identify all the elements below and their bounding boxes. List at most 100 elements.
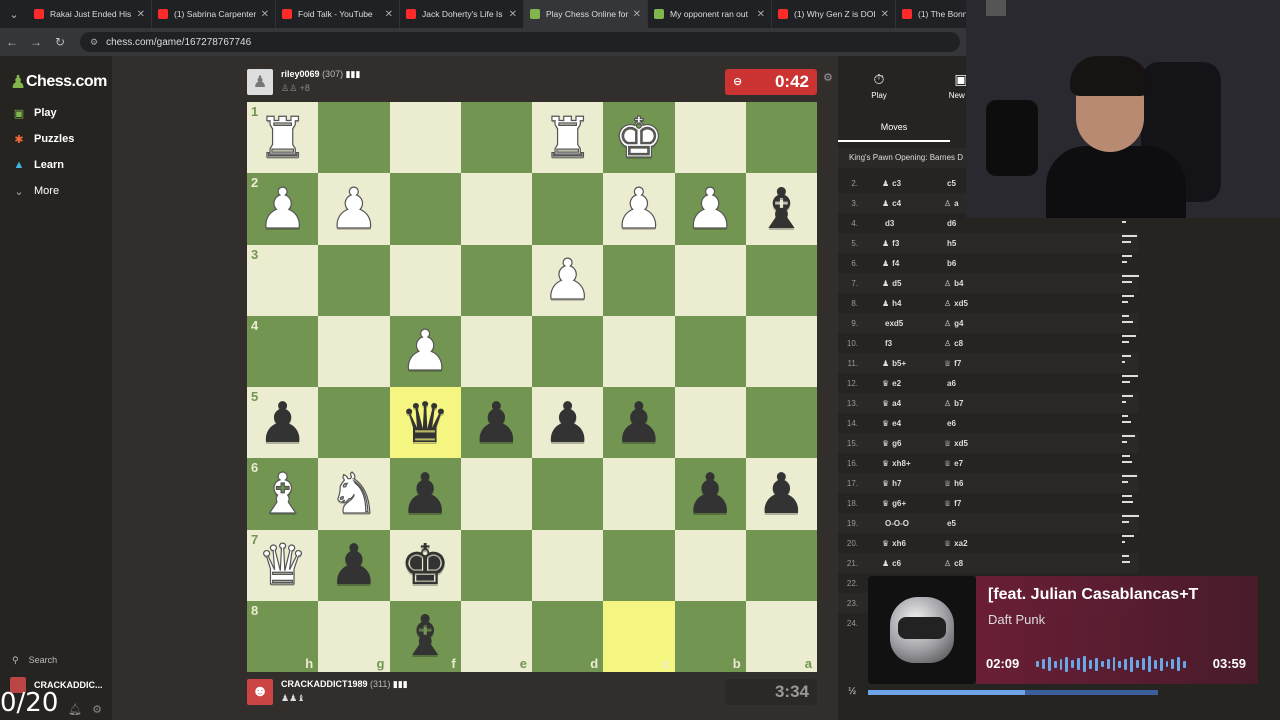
white-move[interactable]: ♛ xh8+ — [866, 459, 932, 468]
white-move[interactable]: ♟ h4 — [866, 299, 932, 308]
tab-play[interactable]: ⏱ Play — [838, 56, 920, 114]
board-square[interactable] — [460, 458, 532, 530]
board-square[interactable]: ♚ — [603, 102, 675, 174]
close-tab-icon[interactable]: ✕ — [633, 9, 641, 20]
black-move[interactable]: e6 — [932, 419, 1012, 428]
close-tab-icon[interactable]: ✕ — [881, 9, 889, 20]
black-move[interactable]: ♕ f7 — [932, 359, 1012, 368]
white-pawn-piece[interactable]: ♟ — [399, 322, 450, 379]
board-square[interactable]: ♟ — [674, 458, 746, 530]
board-square[interactable] — [674, 102, 746, 174]
white-move[interactable]: d3 — [866, 219, 932, 228]
board-square[interactable] — [389, 102, 461, 174]
tab-search-icon[interactable]: ⌄ — [0, 0, 28, 28]
board-settings-icon[interactable]: ⚙ — [823, 71, 833, 84]
white-pawn-piece[interactable]: ♟ — [613, 180, 664, 237]
browser-tab[interactable]: Rakai Just Ended His ✕ — [28, 0, 152, 28]
black-move[interactable]: a6 — [932, 379, 1012, 388]
close-tab-icon[interactable]: ✕ — [137, 9, 145, 20]
board-square[interactable] — [460, 244, 532, 316]
black-move[interactable]: e5 — [932, 519, 1012, 528]
board-square[interactable]: 1 ♜ — [247, 102, 319, 174]
black-move[interactable]: ♕ e7 — [932, 459, 1012, 468]
black-move[interactable]: ♕ xa2 — [932, 539, 1012, 548]
forward-arrow-icon[interactable]: → — [24, 35, 48, 49]
board-square[interactable] — [532, 529, 604, 601]
board-square[interactable]: ♟ — [460, 387, 532, 459]
board-square[interactable]: ♟ — [389, 458, 461, 530]
board-square[interactable]: ♟ — [318, 173, 390, 245]
board-square[interactable]: ♝ — [745, 173, 817, 245]
board-square[interactable] — [532, 458, 604, 530]
browser-tab[interactable]: (1) Sabrina Carpenter ✕ — [152, 0, 276, 28]
white-move[interactable]: ♛ xh6 — [866, 539, 932, 548]
black-move[interactable]: b6 — [932, 259, 1012, 268]
board-square[interactable] — [389, 173, 461, 245]
black-move[interactable]: d6 — [932, 219, 1012, 228]
board-square[interactable] — [318, 244, 390, 316]
browser-tab[interactable]: Jack Doherty's Life Is ✕ — [400, 0, 524, 28]
white-queen-piece[interactable]: ♛ — [257, 536, 308, 593]
board-square[interactable]: c — [603, 600, 675, 672]
bottom-player-info[interactable]: CRACKADDICT1989 (311) ▮▮▮ — [281, 679, 408, 690]
white-move[interactable]: O-O-O — [866, 519, 932, 528]
board-square[interactable] — [389, 244, 461, 316]
white-pawn-piece[interactable]: ♟ — [257, 180, 308, 237]
black-pawn-piece[interactable]: ♟ — [543, 394, 593, 451]
chess-logo[interactable]: ♟ Chess.com — [0, 56, 112, 96]
black-move[interactable]: h5 — [932, 239, 1012, 248]
white-rook-piece[interactable]: ♜ — [542, 109, 593, 166]
board-square[interactable]: ♟ — [603, 173, 675, 245]
black-queen-piece[interactable]: ♛ — [400, 394, 450, 451]
board-square[interactable]: ♜ — [532, 102, 604, 174]
board-square[interactable] — [318, 102, 390, 174]
board-square[interactable]: ♚ — [389, 529, 461, 601]
browser-tab[interactable]: My opponent ran out ✕ — [648, 0, 772, 28]
board-square[interactable]: 2 ♟ — [247, 173, 319, 245]
avatar[interactable]: ☻ — [247, 679, 273, 705]
white-move[interactable]: ♟ f4 — [866, 259, 932, 268]
board-square[interactable]: 8h — [247, 600, 319, 672]
black-move[interactable]: ♕ f7 — [932, 499, 1012, 508]
white-move[interactable]: exd5 — [866, 319, 932, 328]
board-square[interactable]: ♟ — [318, 529, 390, 601]
white-move[interactable]: ♟ b5+ — [866, 359, 932, 368]
board-square[interactable]: f ♝ — [389, 600, 461, 672]
white-move[interactable]: f3 — [866, 339, 932, 348]
back-arrow-icon[interactable]: ← — [0, 35, 24, 49]
sidebar-item-more[interactable]: ⌄ More — [0, 178, 112, 204]
sidebar-item-learn[interactable]: ▲ Learn — [0, 152, 112, 178]
board-square[interactable]: ♟ — [532, 244, 604, 316]
white-move[interactable]: ♟ c4 — [866, 199, 932, 208]
board-square[interactable] — [318, 315, 390, 387]
board-square[interactable] — [745, 102, 817, 174]
white-move[interactable]: ♟ c3 — [866, 179, 932, 188]
black-pawn-piece[interactable]: ♟ — [471, 394, 521, 451]
board-square[interactable] — [603, 315, 675, 387]
board-square[interactable] — [674, 387, 746, 459]
white-move[interactable]: ♟ f3 — [866, 239, 932, 248]
white-move[interactable]: ♛ a4 — [866, 399, 932, 408]
sidebar-search[interactable]: ⚲ Search — [0, 648, 112, 672]
black-move[interactable]: ♕ xd5 — [932, 439, 1012, 448]
black-move[interactable]: ♕ h6 — [932, 479, 1012, 488]
white-king-piece[interactable]: ♚ — [613, 109, 664, 166]
board-square[interactable] — [745, 529, 817, 601]
browser-tab[interactable]: Foid Talk - YouTube ✕ — [276, 0, 400, 28]
board-square[interactable] — [674, 529, 746, 601]
board-square[interactable]: 3 — [247, 244, 319, 316]
white-move[interactable]: ♟ c6 — [866, 559, 932, 568]
board-square[interactable] — [460, 529, 532, 601]
black-pawn-piece[interactable]: ♟ — [685, 465, 735, 522]
gear-icon[interactable]: ⚙ — [92, 703, 102, 716]
close-tab-icon[interactable]: ✕ — [509, 9, 517, 20]
board-square[interactable]: ♛ — [389, 387, 461, 459]
close-tab-icon[interactable]: ✕ — [757, 9, 765, 20]
board-square[interactable]: 4 — [247, 315, 319, 387]
white-move[interactable]: ♛ e4 — [866, 419, 932, 428]
board-square[interactable]: ♟ — [674, 173, 746, 245]
white-pawn-piece[interactable]: ♟ — [542, 251, 593, 308]
top-player-info[interactable]: riley0069 (307) ▮▮▮ — [281, 69, 360, 80]
white-move[interactable]: ♟ d5 — [866, 279, 932, 288]
draw-offer-label[interactable]: ½ — [848, 686, 856, 697]
